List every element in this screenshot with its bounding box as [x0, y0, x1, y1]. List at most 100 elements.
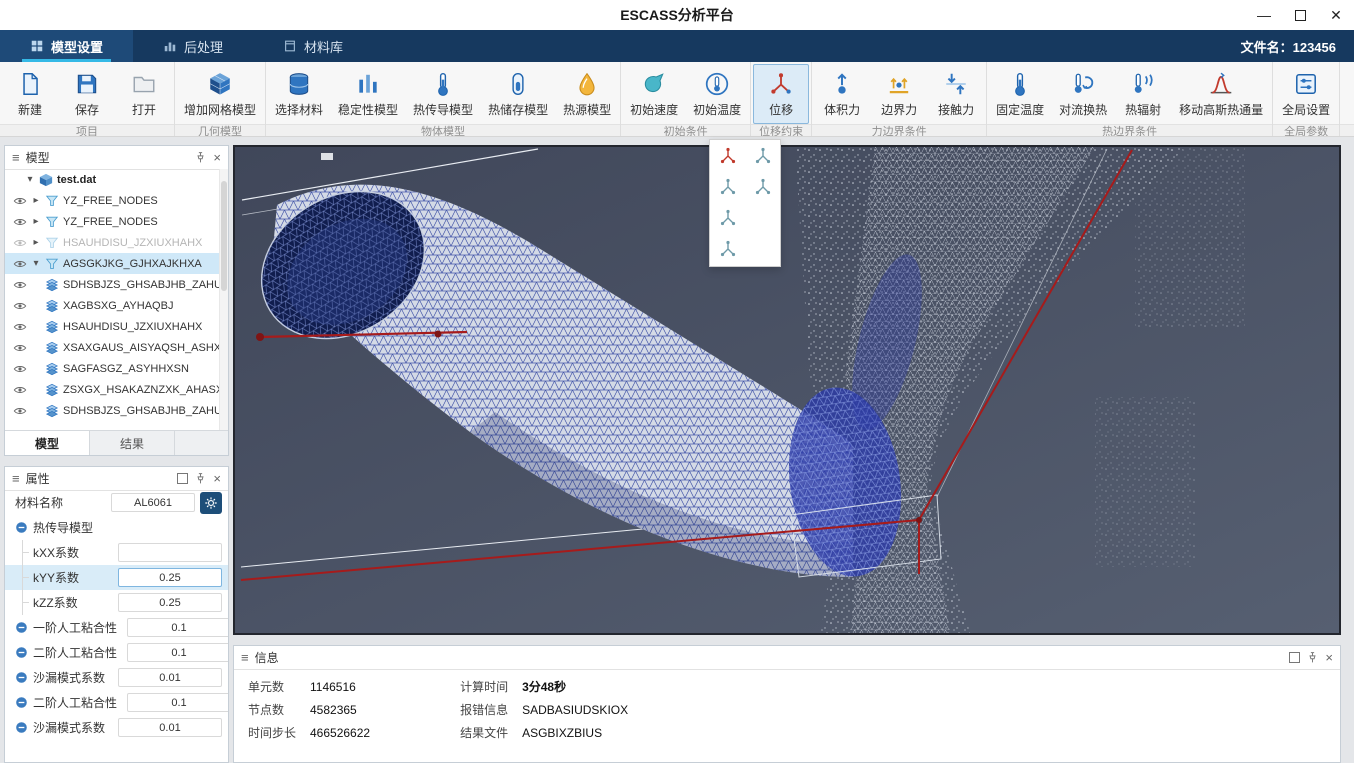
- heat-conduction-model-button[interactable]: 热传导模型: [406, 64, 480, 124]
- property-input[interactable]: [118, 668, 222, 687]
- tab-model[interactable]: 模型: [5, 431, 90, 455]
- fixed-temperature-button[interactable]: 固定温度: [989, 64, 1051, 124]
- material-name-input[interactable]: [111, 493, 195, 512]
- tree-item[interactable]: SAGFASGZ_ASYHHXSN: [5, 358, 220, 379]
- tree-item[interactable]: SDHSBJZS_GHSABJHB_ZAHU: [5, 274, 220, 295]
- properties-panel: ≡ 属性 × 材料名称 热传导模型 kXX系数: [4, 466, 229, 763]
- caret-right-icon[interactable]: ▸: [31, 195, 41, 206]
- tab-results[interactable]: 结果: [90, 431, 175, 455]
- displacement-button[interactable]: 位移: [753, 64, 809, 124]
- visibility-eye-icon[interactable]: [13, 257, 27, 271]
- tree-item[interactable]: ZSXGX_HSAKAZNZXK_AHASX: [5, 379, 220, 400]
- tree-item[interactable]: XAGBSXG_AYHAQBJ: [5, 295, 220, 316]
- axis-constraint-icon-2[interactable]: [753, 146, 773, 166]
- initial-velocity-button[interactable]: 初始速度: [623, 64, 685, 124]
- add-mesh-model-button[interactable]: 增加网格模型: [177, 64, 263, 124]
- tree-item[interactable]: HSAUHDISU_JZXIUXHAHX: [5, 316, 220, 337]
- body-force-button[interactable]: 体积力: [814, 64, 870, 124]
- viewport-3d[interactable]: [233, 145, 1341, 635]
- minimize-button[interactable]: —: [1256, 7, 1272, 23]
- caret-right-icon[interactable]: ▸: [31, 237, 41, 248]
- pin-icon[interactable]: [194, 151, 207, 164]
- open-button[interactable]: 打开: [116, 64, 172, 124]
- axis-constraint-icon-4[interactable]: [753, 177, 773, 197]
- collapse-minus-icon[interactable]: [15, 696, 28, 709]
- collapse-minus-icon[interactable]: [15, 671, 28, 684]
- close-button[interactable]: ✕: [1328, 7, 1344, 23]
- visibility-eye-icon[interactable]: [13, 320, 27, 334]
- heat-source-model-button[interactable]: 热源模型: [556, 64, 618, 124]
- initial-temperature-button[interactable]: 初始温度: [686, 64, 748, 124]
- info-value: SADBASIUDSKIOX: [522, 703, 628, 717]
- select-material-button[interactable]: 选择材料: [268, 64, 330, 124]
- tree-item[interactable]: ▸ YZ_FREE_NODES: [5, 190, 220, 211]
- visibility-eye-icon[interactable]: [13, 215, 27, 229]
- post-processing-icon: [163, 39, 177, 53]
- property-input[interactable]: [127, 643, 228, 662]
- pin-icon[interactable]: [1306, 651, 1319, 664]
- heat-storage-model-button[interactable]: 热储存模型: [481, 64, 555, 124]
- save-button[interactable]: 保存: [59, 64, 115, 124]
- collapse-minus-icon[interactable]: [15, 646, 28, 659]
- close-panel-icon[interactable]: ×: [213, 472, 221, 485]
- collapse-minus-icon[interactable]: [15, 721, 28, 734]
- viewport-3d-scene[interactable]: [235, 147, 1339, 633]
- caret-right-icon[interactable]: ▸: [31, 216, 41, 227]
- close-panel-icon[interactable]: ×: [213, 151, 221, 164]
- new-button[interactable]: 新建: [2, 64, 58, 124]
- tree-item-selected[interactable]: ▾ AGSGKJKG_GJHXAJKHXA: [5, 253, 220, 274]
- pin-icon[interactable]: [194, 472, 207, 485]
- global-settings-icon: [1293, 71, 1319, 97]
- convection-button[interactable]: 对流换热: [1052, 64, 1114, 124]
- tab-post-processing[interactable]: 后处理: [133, 30, 253, 62]
- compute-button[interactable]: 计算: [1342, 64, 1354, 124]
- tree-scrollbar[interactable]: [219, 169, 228, 431]
- radiation-button[interactable]: 热辐射: [1115, 64, 1171, 124]
- property-input[interactable]: [118, 718, 222, 737]
- axis-constraint-icon-3[interactable]: [718, 177, 738, 197]
- collapse-minus-icon[interactable]: [15, 621, 28, 634]
- close-panel-icon[interactable]: ×: [1325, 651, 1333, 664]
- axis-constraint-icon-1[interactable]: [718, 146, 738, 166]
- boundary-force-button[interactable]: 边界力: [871, 64, 927, 124]
- visibility-eye-icon[interactable]: [13, 383, 27, 397]
- collapse-minus-icon[interactable]: [15, 521, 28, 534]
- tree-item[interactable]: ▸ YZ_FREE_NODES: [5, 211, 220, 232]
- visibility-eye-icon[interactable]: [13, 236, 27, 250]
- axis-constraint-icon-6[interactable]: [718, 239, 738, 259]
- visibility-eye-icon[interactable]: [13, 278, 27, 292]
- tree-item[interactable]: XSAXGAUS_AISYAQSH_ASHX: [5, 337, 220, 358]
- tab-model-settings[interactable]: 模型设置: [0, 30, 133, 62]
- visibility-eye-icon[interactable]: [13, 299, 27, 313]
- scrollbar-thumb[interactable]: [221, 181, 227, 291]
- kzz-input[interactable]: [118, 593, 222, 612]
- tree-item[interactable]: ▸ HSAUHDISU_JZXIUXHAHX: [5, 232, 220, 253]
- kxx-input[interactable]: [118, 543, 222, 562]
- visibility-eye-icon[interactable]: [13, 404, 27, 418]
- kyy-input[interactable]: [118, 568, 222, 587]
- visibility-eye-icon[interactable]: [13, 194, 27, 208]
- visibility-eye-icon[interactable]: [13, 341, 27, 355]
- material-settings-button[interactable]: [200, 492, 222, 514]
- property-group-row[interactable]: 热传导模型: [5, 515, 228, 540]
- heat-source-droplet-icon: [574, 71, 600, 97]
- property-row: kZZ系数: [5, 590, 228, 615]
- tree-root-item[interactable]: ▾ test.dat: [5, 169, 220, 190]
- contact-force-button[interactable]: 接触力: [928, 64, 984, 124]
- stability-model-button[interactable]: 稳定性模型: [331, 64, 405, 124]
- global-settings-button[interactable]: 全局设置: [1275, 64, 1337, 124]
- caret-down-icon[interactable]: ▾: [25, 174, 35, 185]
- restore-icon[interactable]: [1289, 652, 1300, 663]
- property-input[interactable]: [127, 618, 228, 637]
- caret-down-icon[interactable]: ▾: [31, 258, 41, 269]
- maximize-button[interactable]: [1292, 7, 1308, 23]
- restore-icon[interactable]: [177, 473, 188, 484]
- property-input[interactable]: [127, 693, 228, 712]
- visibility-eye-icon[interactable]: [13, 362, 27, 376]
- tab-material-library[interactable]: 材料库: [253, 30, 373, 62]
- moving-gauss-flux-button[interactable]: 移动高斯热通量: [1172, 64, 1270, 124]
- app-window: ESCASS分析平台 — ✕ 模型设置 后处理 材料库 文件名：123456 新…: [0, 0, 1354, 763]
- tree-item[interactable]: SDHSBJZS_GHSABJHB_ZAHU: [5, 400, 220, 421]
- titlebar: ESCASS分析平台 — ✕: [0, 0, 1354, 31]
- axis-constraint-icon-5[interactable]: [718, 208, 738, 228]
